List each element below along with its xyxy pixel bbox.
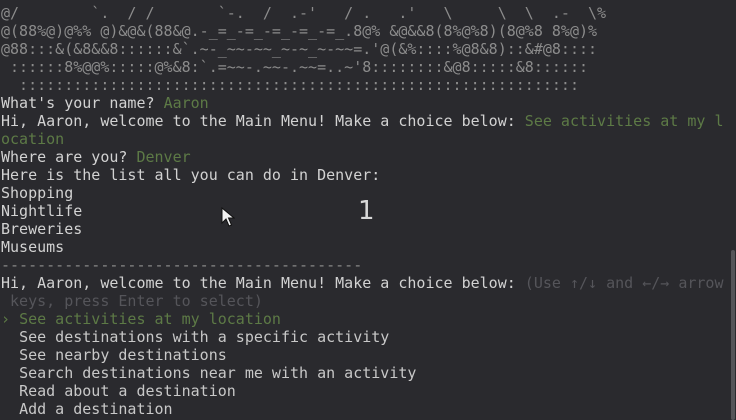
scrollbar-track[interactable] [730,0,736,420]
divider: ---------------------------------------- [1,256,363,274]
name-answer: Aaron [163,94,209,112]
location-question: Where are you? [1,148,128,166]
name-question: What's your name? [1,94,155,112]
main-menu-prompt-line-2: Hi, Aaron, welcome to the Main Menu! Mak… [1,274,726,292]
menu-option-label: See nearby destinations [19,346,227,364]
main-menu-answer-continued: ocation [1,130,65,148]
main-menu-text: Hi, Aaron, welcome to the Main Menu! Mak… [1,112,516,130]
activity-item: Museums [1,238,65,256]
menu-option-selected[interactable]: › See activities at my location [1,310,726,328]
menu-option-label: See destinations with a specific activit… [19,328,390,346]
menu-option[interactable]: See nearby destinations [1,346,726,364]
main-menu-prompt-line: Hi, Aaron, welcome to the Main Menu! Mak… [1,112,726,130]
keys-hint-continued: keys, press Enter to select) [1,292,263,310]
menu-option-label: Search destinations near me with an acti… [19,364,417,382]
menu-option[interactable]: Search destinations near me with an acti… [1,364,726,382]
menu-option[interactable]: Add a destination [1,400,726,418]
ascii-art-line: ::::::::::::::::::::::::::::::::::::::::… [1,76,579,94]
ascii-art-line: @88:::&(&8&&8::::::&`.~-_~~-~~_~-~_~-~~=… [1,40,598,58]
location-answer: Denver [136,148,191,166]
ascii-art-line: @(88%@)@%% @)&@&(88&@.-_=_-=_-=_-=_-=_.8… [1,22,598,40]
ascii-art-line: @/ `. / / `-. / .-' / . .' \ \ \ .- \% [1,4,607,22]
scrollbar-thumb[interactable] [731,250,735,420]
menu-option-label: Read about a destination [19,382,236,400]
menu-option[interactable]: Read about a destination [1,382,726,400]
main-menu-text-2: Hi, Aaron, welcome to the Main Menu! Mak… [1,274,516,292]
step-number-label: 1 [358,196,375,226]
main-menu-answer: See activities at my l [524,112,724,130]
menu-option[interactable]: See destinations with a specific activit… [1,328,726,346]
menu-option-label: See activities at my location [19,310,281,328]
ascii-art-line: ::::::8%@@%:::::@%&8:`.=~~-.~~-.~~=..~'8… [1,58,588,76]
location-prompt-line: Where are you? Denver [1,148,726,166]
keys-hint: (Use ↑/↓ and ←/→ arrow [524,274,724,292]
menu-option-label: Add a destination [19,400,173,418]
selection-pointer-icon: › [1,310,11,328]
name-prompt-line: What's your name? Aaron [1,94,726,112]
mouse-pointer-icon [221,207,235,227]
activities-header: Here is the list all you can do in Denve… [1,166,381,184]
